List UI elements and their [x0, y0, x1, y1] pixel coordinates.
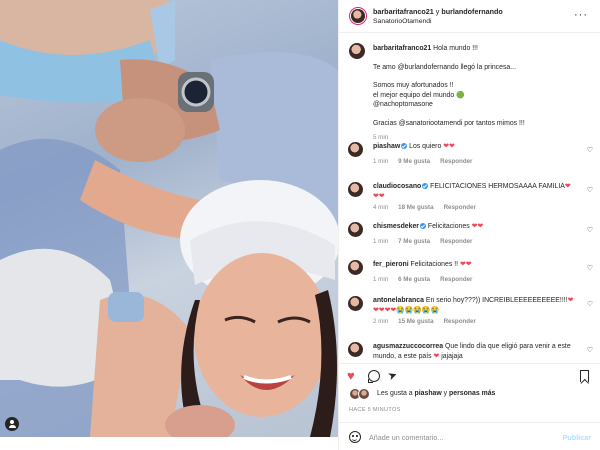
author-username-2[interactable]: burlandofernando	[441, 7, 503, 16]
commenter-avatar[interactable]	[348, 260, 363, 275]
commenter-username[interactable]: piashaw	[373, 143, 400, 150]
caption-avatar[interactable]	[349, 43, 365, 59]
likes-summary[interactable]: Les gusta a piashaw y personas más	[349, 388, 589, 402]
comment-like-heart-icon[interactable]: ♡	[587, 226, 593, 234]
comment-item: antonelabranca En serio hoy???)) INCREIB…	[339, 296, 600, 342]
commenter-avatar[interactable]	[348, 296, 363, 311]
post-comment-button[interactable]: Publicar	[563, 433, 591, 442]
commenter-avatar[interactable]	[348, 182, 363, 197]
comment-time: 1 min	[373, 157, 389, 165]
comment-text: Los quiero ❤❤	[409, 143, 455, 150]
likes-text: Les gusta a piashaw y personas más	[377, 390, 496, 397]
caption-line: Gracias @sanatoriootamendi por tantos mi…	[373, 119, 525, 127]
verified-badge-icon	[422, 183, 429, 189]
liker-username[interactable]: piashaw	[415, 390, 442, 397]
caption-line: Hola mundo !!!	[433, 45, 478, 52]
photo-illustration	[0, 0, 338, 437]
post-authors: barbaritafranco21 y burlandofernando	[373, 7, 503, 16]
save-bookmark-icon[interactable]	[580, 370, 589, 382]
comment-likes[interactable]: 6 Me gusta	[398, 276, 430, 283]
comment-likes[interactable]: 7 Me gusta	[398, 238, 430, 245]
verified-badge-icon	[401, 143, 408, 149]
comment-like-heart-icon[interactable]: ♡	[587, 264, 593, 272]
commenter-avatar[interactable]	[348, 222, 363, 237]
post-timestamp[interactable]: HACE 5 MINUTOS	[349, 407, 401, 413]
comment-text-continued: ❤❤	[373, 192, 385, 200]
comment-likes[interactable]: 18 Me gusta	[398, 204, 433, 211]
comment-text: FELICITACIONES HERMOSAAAA FAMILIA❤	[430, 183, 571, 190]
more-options-icon[interactable]: ···	[574, 10, 588, 21]
comment-text-continued: mundo, a este país ❤ jajajaja	[373, 352, 463, 360]
reply-button[interactable]: Responder	[444, 204, 476, 211]
post-sidebar: barbaritafranco21 y burlandofernando San…	[338, 0, 600, 450]
add-comment-bar: Publicar	[339, 422, 600, 450]
comment-item: claudiocosano FELICITACIONES HERMOSAAAA …	[339, 182, 600, 222]
commenter-avatar[interactable]	[348, 142, 363, 157]
comment-text: Que lindo día que eligió para venir a es…	[445, 343, 571, 350]
post-location[interactable]: SanatorioOtamendi	[373, 18, 432, 25]
reply-button[interactable]: Responder	[440, 238, 472, 245]
reply-button[interactable]: Responder	[440, 276, 472, 283]
comment-like-heart-icon[interactable]: ♡	[587, 300, 593, 308]
comment-like-heart-icon[interactable]: ♡	[587, 146, 593, 154]
comment-text: Felicitaciones !! ❤❤	[410, 261, 472, 268]
reply-button[interactable]: Responder	[440, 158, 472, 165]
comment-input[interactable]	[369, 430, 549, 444]
verified-badge-icon	[419, 223, 426, 229]
comment-item: agusmazzuccocorrea Que lindo día que eli…	[339, 342, 600, 360]
liker-avatar	[358, 388, 370, 400]
commenter-username[interactable]: chismesdeker	[373, 223, 419, 230]
caption-line: Te amo @burlandofernando llegó la prince…	[373, 63, 516, 71]
comment-bubble-icon[interactable]	[368, 370, 380, 383]
caption-mention[interactable]: @nachoptomasone	[373, 100, 587, 110]
commenter-username[interactable]: agusmazzuccocorrea	[373, 343, 443, 350]
comment-item: piashaw Los quiero ❤❤ 1 min 9 Me gusta Res…	[339, 142, 600, 182]
comment-likes[interactable]: 9 Me gusta	[398, 158, 430, 165]
comment-likes[interactable]: 15 Me gusta	[398, 318, 433, 325]
comment-item: chismesdeker Felicitaciones ❤❤ 1 min 7 Me…	[339, 222, 600, 260]
comment-item: fer_pieroni Felicitaciones !! ❤❤ 1 min 6 …	[339, 260, 600, 296]
comments-list[interactable]: barbaritafranco21 Hola mundo !!! Te amo …	[339, 34, 600, 360]
comment-time: 1 min	[373, 237, 389, 245]
post-actions: ♥ ➤	[339, 363, 600, 385]
like-heart-icon[interactable]: ♥	[347, 369, 355, 382]
caption-username[interactable]: barbaritafranco21	[373, 45, 431, 52]
caption-line: Somos muy afortunados !!	[373, 82, 454, 89]
comment-text-continued: ❤❤❤❤😭😭😭😭😭	[373, 306, 440, 314]
author-username-1[interactable]: barbaritafranco21	[373, 7, 434, 16]
caption-line: el mejor equipo del mundo 🟢	[373, 91, 465, 99]
comment-like-heart-icon[interactable]: ♡	[587, 346, 593, 354]
commenter-username[interactable]: antonelabranca	[373, 297, 424, 304]
comment-text: En serio hoy???)) INCREIBLEEEEEEEEEE!!!!…	[425, 297, 574, 304]
post-caption: barbaritafranco21 Hola mundo !!! Te amo …	[339, 34, 600, 142]
post-photo[interactable]	[0, 0, 338, 437]
reply-button[interactable]: Responder	[444, 318, 476, 325]
comment-time: 2 min	[373, 318, 389, 325]
emoji-icon[interactable]	[349, 431, 361, 443]
author-avatar[interactable]	[351, 9, 365, 23]
commenter-username[interactable]: fer_pieroni	[373, 261, 409, 268]
comment-text: Felicitaciones ❤❤	[427, 223, 484, 230]
post-header: barbaritafranco21 y burlandofernando San…	[339, 0, 600, 33]
commenter-username[interactable]: claudiocosano	[373, 183, 421, 190]
caption-time: 5 min	[373, 134, 389, 141]
commenter-avatar[interactable]	[348, 342, 363, 357]
comment-like-heart-icon[interactable]: ♡	[587, 186, 593, 194]
comment-time: 4 min	[373, 204, 389, 211]
other-likers-link[interactable]: personas más	[449, 390, 495, 397]
comment-time: 1 min	[373, 275, 389, 283]
user-tag-icon[interactable]	[5, 417, 19, 431]
share-paper-plane-icon[interactable]: ➤	[386, 368, 399, 383]
